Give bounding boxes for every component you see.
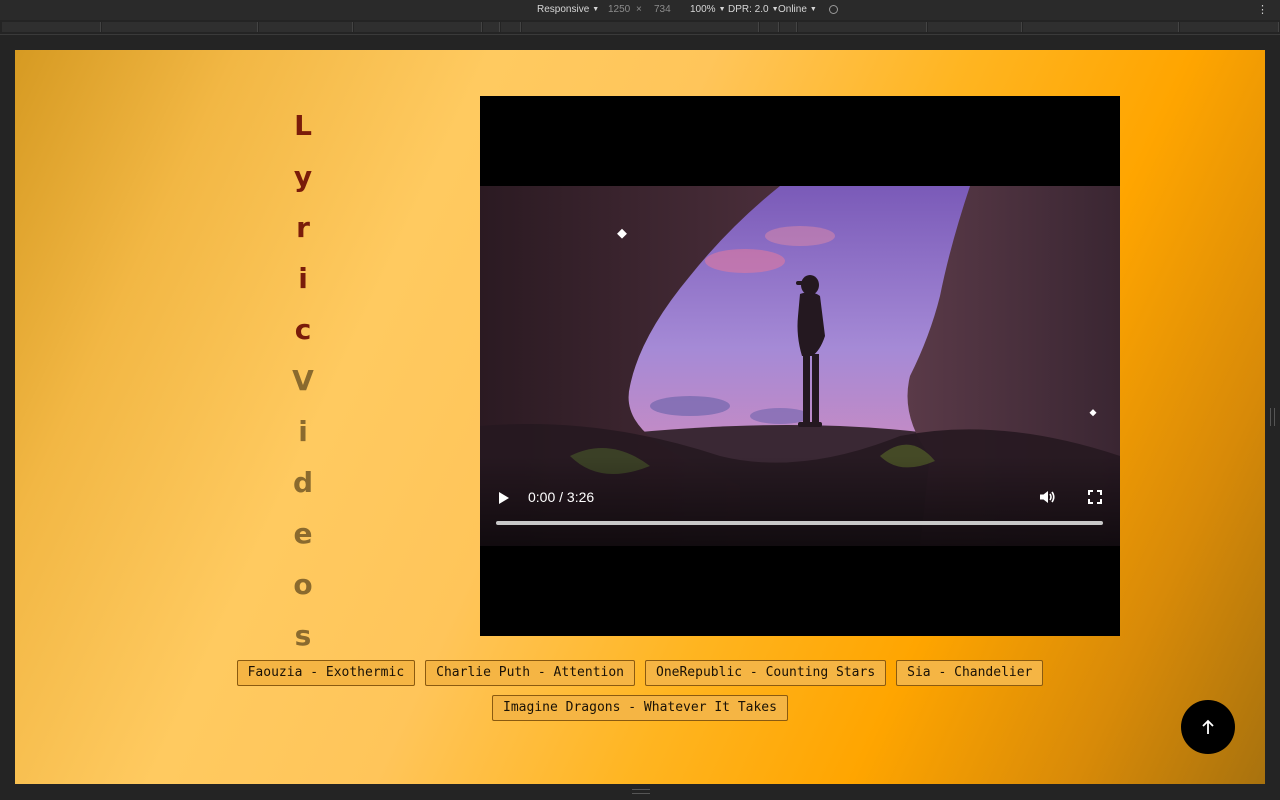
scroll-to-top-button[interactable] <box>1181 700 1235 754</box>
resize-handle-right[interactable] <box>1270 408 1275 426</box>
title-letter: e <box>293 517 313 550</box>
page-viewport: L y r i c V i d e o s 0:00 / 3:26 Faouzi… <box>15 50 1265 784</box>
ruler-segment[interactable] <box>483 22 500 32</box>
devtools-device-toolbar: Responsive ▼ 1250 × 734 100% ▼ DPR: 2.0 ▼ O… <box>0 0 1280 20</box>
fullscreen-icon[interactable] <box>1086 488 1104 506</box>
video-progress-bar[interactable] <box>496 521 1103 525</box>
caret-down-icon: ▼ <box>718 6 726 13</box>
video-player[interactable]: 0:00 / 3:26 <box>480 96 1120 636</box>
caret-down-icon: ▼ <box>809 6 817 13</box>
play-icon[interactable] <box>499 492 509 504</box>
song-button-row: Faouzia - Exothermic Charlie Puth - Atten… <box>15 660 1265 686</box>
resize-handle-bottom[interactable] <box>632 789 650 794</box>
volume-icon[interactable] <box>1038 488 1056 506</box>
page-title-vertical: L y r i c V i d e o s <box>283 106 323 667</box>
rotate-icon[interactable] <box>829 5 838 14</box>
song-button-faouzia-exothermic[interactable]: Faouzia - Exothermic <box>236 660 416 686</box>
song-button-row: Imagine Dragons - Whatever It Takes <box>15 695 1265 721</box>
song-button-imagine-dragons-whatever-it-takes[interactable]: Imagine Dragons - Whatever It Takes <box>492 695 788 721</box>
height-input[interactable]: 734 <box>654 4 671 15</box>
zoom-label: 100% <box>690 4 716 15</box>
network-select[interactable]: Online ▼ <box>778 4 817 15</box>
zoom-select[interactable]: 100% ▼ <box>690 4 726 15</box>
ruler-segment[interactable] <box>354 22 482 32</box>
title-letter: V <box>292 364 314 397</box>
title-letter: y <box>293 160 313 193</box>
media-query-ruler <box>0 20 1280 35</box>
title-letter: i <box>298 415 308 448</box>
device-label: Responsive <box>537 4 590 15</box>
ruler-segment[interactable] <box>2 22 101 32</box>
current-time: 0:00 <box>528 489 556 505</box>
song-button-onerepublic-counting-stars[interactable]: OneRepublic - Counting Stars <box>645 660 887 686</box>
ruler-segment[interactable] <box>501 22 521 32</box>
ruler-segment[interactable] <box>522 22 759 32</box>
network-label: Online <box>778 4 807 15</box>
ruler-segment[interactable] <box>102 22 258 32</box>
title-letter: o <box>293 568 313 601</box>
ruler-segment[interactable] <box>928 22 1022 32</box>
ruler-segment[interactable] <box>780 22 797 32</box>
ruler-segment[interactable] <box>760 22 779 32</box>
device-select[interactable]: Responsive ▼ <box>537 4 599 15</box>
title-letter: c <box>294 313 312 346</box>
width-input[interactable]: 1250 <box>608 4 630 15</box>
title-letter: d <box>292 466 314 499</box>
arrow-up-icon <box>1202 719 1214 734</box>
duration: 3:26 <box>566 489 595 505</box>
title-letter: L <box>294 109 312 142</box>
more-vert-icon[interactable]: ⋮ <box>1257 3 1268 16</box>
caret-down-icon: ▼ <box>592 6 600 13</box>
ruler-segment[interactable] <box>259 22 353 32</box>
title-letter: r <box>296 211 310 244</box>
song-button-sia-chandelier[interactable]: Sia - Chandelier <box>896 660 1044 686</box>
video-time: 0:00 / 3:26 <box>528 489 594 505</box>
ruler-segment[interactable] <box>1023 22 1179 32</box>
times-separator: × <box>636 4 642 15</box>
time-separator: / <box>559 489 564 505</box>
dpr-select[interactable]: DPR: 2.0 ▼ <box>728 4 779 15</box>
song-button-charlie-puth-attention[interactable]: Charlie Puth - Attention <box>425 660 635 686</box>
dpr-label: DPR: 2.0 <box>728 4 769 15</box>
title-letter: i <box>298 262 308 295</box>
ruler-segment[interactable] <box>1180 22 1279 32</box>
ruler-segment[interactable] <box>798 22 927 32</box>
